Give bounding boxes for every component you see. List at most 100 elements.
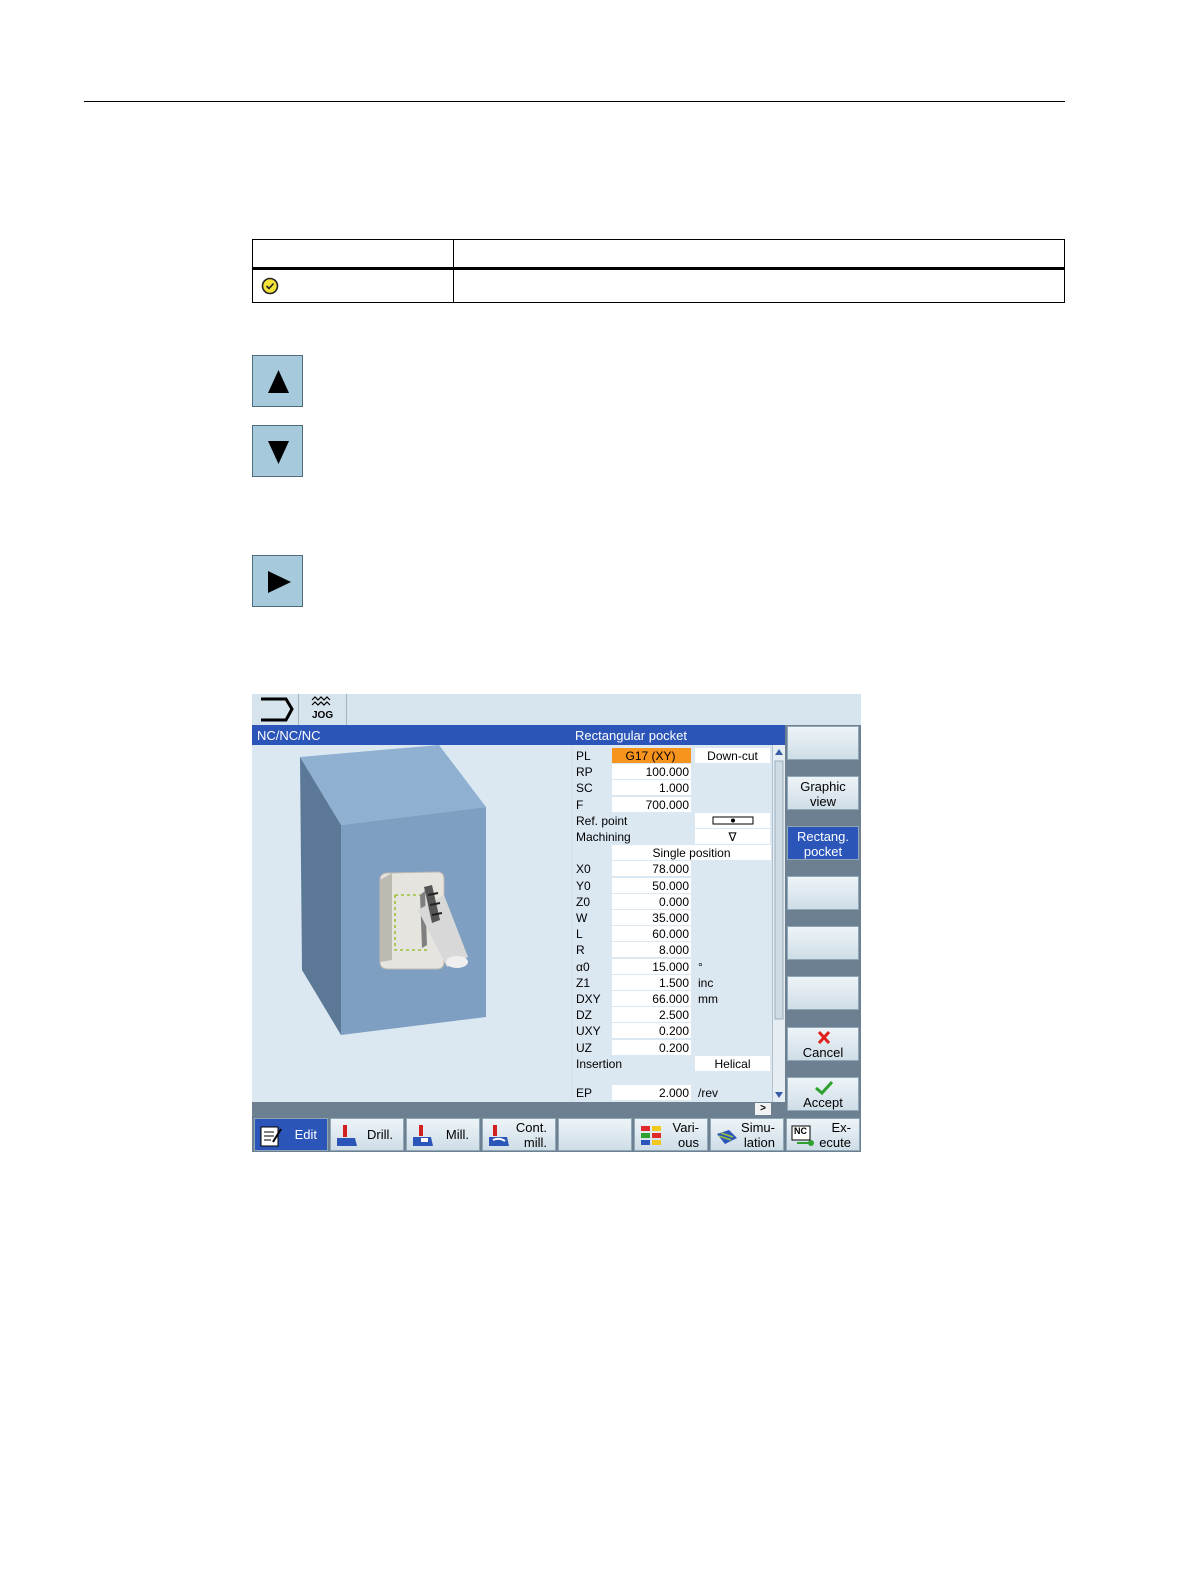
softkey-v5[interactable]	[787, 926, 859, 960]
form-row-label: X0	[576, 862, 591, 877]
horizontal-softkey-bar: Edit Drill. Mill. Cont. mill. Vari- ous …	[252, 1116, 861, 1152]
mill-icon	[413, 1125, 433, 1146]
ref-point-center-icon	[712, 816, 754, 825]
hmi-top-bar: JOG	[252, 694, 861, 725]
form-row: UXY 0.200	[573, 1023, 771, 1039]
form-row: Z1 1.500 inc	[573, 974, 771, 991]
machine-area-button[interactable]	[252, 694, 299, 725]
form-toggle-field[interactable]: Helical	[695, 1055, 770, 1071]
pocket-illustration	[300, 745, 486, 1035]
form-row-label: EP	[576, 1086, 593, 1100]
form-value-field[interactable]: 1.000	[612, 780, 691, 796]
cursor-down-key[interactable]	[252, 425, 303, 477]
ref-point-selector[interactable]	[695, 812, 770, 828]
form-row-label: W	[576, 911, 588, 925]
edit-softkey[interactable]: Edit	[254, 1118, 328, 1151]
form-row: DXY 66.000 mm	[573, 991, 771, 1007]
various-grid-icon	[641, 1126, 661, 1145]
drill-softkey[interactable]: Drill.	[330, 1118, 404, 1151]
form-value-field[interactable]: 15.000	[612, 958, 691, 974]
triangle-down-icon	[268, 441, 289, 464]
form-row-label: Machining	[576, 830, 631, 844]
cancel-softkey[interactable]: Cancel	[787, 1027, 859, 1061]
form-value-field[interactable]: 0.200	[612, 1023, 691, 1039]
channel-path: NC/NC/NC	[257, 728, 321, 743]
form-row-label: DXY	[576, 992, 601, 1006]
form-value-field[interactable]: 66.000	[612, 991, 691, 1006]
symbol-table	[252, 239, 1065, 303]
vertical-softkey-bar: Graphic view Rectang. pocket Cancel Acce…	[785, 725, 861, 1116]
form-row-label: UXY	[576, 1024, 601, 1039]
scrollbar-graphic	[774, 749, 784, 1098]
help-graphic-panel	[252, 745, 571, 1102]
form-value-field[interactable]: 50.000	[612, 877, 691, 893]
form-unit-label: mm	[698, 992, 718, 1006]
softkey-v4[interactable]	[787, 876, 859, 910]
form-row: R 8.000	[573, 942, 771, 958]
table-column-divider	[453, 240, 454, 302]
form-value-field[interactable]: 100.000	[612, 764, 691, 780]
softkey-v1[interactable]	[787, 726, 859, 760]
form-toggle-field[interactable]: Down-cut	[695, 748, 770, 763]
form-row: Z0 0.000	[573, 893, 771, 910]
form-unit-label: °	[698, 959, 703, 974]
nc-badge: NC	[794, 1126, 807, 1136]
simulation-softkey[interactable]: Simu- lation	[710, 1118, 784, 1151]
form-value-field[interactable]: 8.000	[612, 942, 691, 958]
machining-position-field[interactable]: Single position	[612, 845, 771, 861]
form-row: Machining ∇	[573, 829, 771, 845]
form-row: UZ 0.200	[573, 1039, 771, 1056]
horizontal-scroll-bar: >	[252, 1102, 785, 1116]
form-unit-label: /rev	[698, 1086, 719, 1100]
form-value-field[interactable]: 78.000	[612, 861, 691, 877]
form-value-field[interactable]: 0.200	[612, 1039, 691, 1055]
form-unit-label: inc	[698, 975, 714, 990]
red-x-icon	[817, 1030, 831, 1045]
form-value-field[interactable]: G17 (XY)	[612, 748, 691, 763]
form-row-label: L	[576, 927, 583, 942]
jog-mode-button[interactable]: JOG	[298, 694, 347, 725]
form-value-field[interactable]: 60.000	[612, 926, 691, 942]
form-row-label: UZ	[576, 1040, 592, 1055]
cursor-up-key[interactable]	[252, 355, 303, 407]
form-scrollbar[interactable]	[772, 745, 786, 1102]
form-row: W 35.000	[573, 910, 771, 926]
form-row-label: SC	[576, 781, 593, 796]
form-row: DZ 2.500	[573, 1007, 771, 1023]
execute-softkey[interactable]: NC Ex- ecute	[786, 1118, 860, 1151]
softkey-v6[interactable]	[787, 976, 859, 1010]
form-row-label: Y0	[576, 878, 591, 893]
clock-check-icon	[261, 277, 279, 295]
triangle-up-icon	[268, 370, 289, 393]
form-row-label: α0	[576, 959, 590, 974]
form-row: F 700.000	[573, 796, 771, 813]
accept-softkey[interactable]: Accept	[787, 1077, 859, 1111]
form-toggle-field[interactable]: ∇	[695, 829, 770, 844]
form-row-label: DZ	[576, 1008, 592, 1023]
scroll-right-button[interactable]: >	[755, 1103, 771, 1115]
form-value-field[interactable]: 2.500	[612, 1007, 691, 1023]
jog-mode-label: JOG	[312, 710, 334, 721]
simulation-icon	[717, 1130, 737, 1144]
form-row-label: Z1	[576, 975, 591, 990]
form-row-label: F	[576, 797, 584, 812]
various-softkey[interactable]: Vari- ous	[634, 1118, 708, 1151]
edit-notepad-icon	[260, 1126, 282, 1147]
form-row: Y0 50.000	[573, 877, 771, 894]
form-value-field[interactable]: 700.000	[612, 796, 691, 812]
blank-softkey[interactable]	[558, 1118, 632, 1151]
graphic-view-softkey[interactable]: Graphic view	[787, 776, 859, 810]
contour-mill-softkey[interactable]: Cont. mill.	[482, 1118, 556, 1151]
form-row: Insertion Helical	[573, 1055, 771, 1072]
form-value-field[interactable]: 35.000	[612, 910, 691, 925]
mill-softkey[interactable]: Mill.	[406, 1118, 480, 1151]
rectang-pocket-softkey[interactable]: Rectang. pocket	[787, 826, 859, 860]
form-value-field[interactable]: 0.000	[612, 893, 691, 909]
form-value-field[interactable]: 2.000	[612, 1085, 691, 1100]
triangle-right-icon	[268, 571, 291, 593]
cursor-right-key[interactable]	[252, 555, 303, 607]
form-value-field[interactable]: 1.500	[612, 974, 691, 990]
form-row: Single position	[573, 845, 771, 861]
form-row-label: PL	[576, 749, 591, 763]
form-row: X0 78.000	[573, 861, 771, 877]
